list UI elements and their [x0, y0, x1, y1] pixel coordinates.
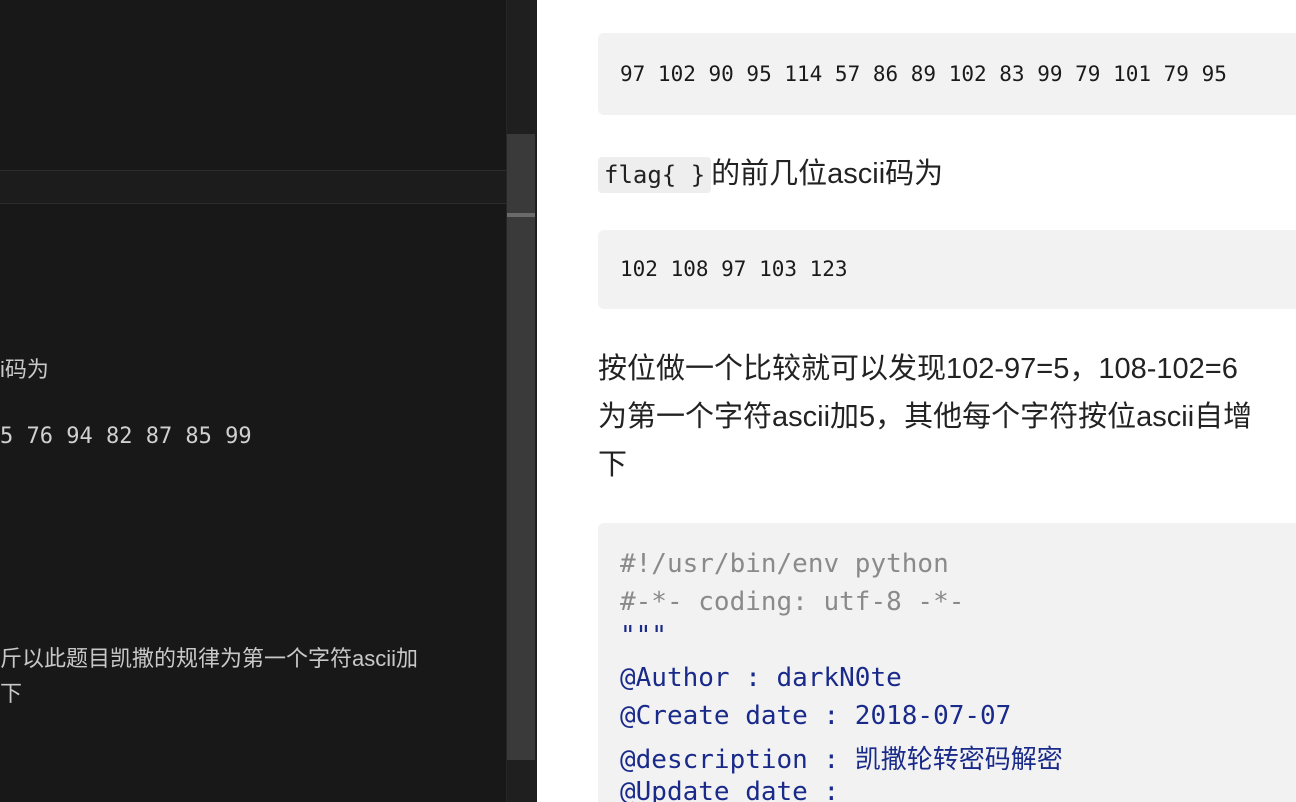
editor-line-numbers: 5 76 94 82 87 85 99 — [0, 424, 252, 449]
py-shebang: #!/usr/bin/env python — [620, 549, 949, 579]
py-description: @description : 凯撒轮转密码解密 — [620, 745, 1063, 775]
analysis-line-2: 为第一个字符ascii加5，其他每个字符按位ascii自增 — [598, 401, 1253, 433]
editor-line-paragraph: 斤以此题目凯撒的规律为第一个字符ascii加 — [0, 646, 419, 671]
code-block-flag-ascii: 102 108 97 103 123 — [598, 230, 1296, 309]
py-author: @Author : darkN0te — [620, 663, 902, 693]
py-create-date: @Create date : 2018-07-07 — [620, 701, 1012, 731]
markdown-editor-pane[interactable]: i码为 5 76 94 82 87 85 99 斤以此题目凯撒的规律为第一个字符… — [0, 0, 530, 802]
py-coding: #-*- coding: utf-8 -*- — [620, 587, 965, 617]
paragraph-analysis: 按位做一个比较就可以发现102-97=5，108-102=6 为第一个字符asc… — [598, 345, 1252, 489]
code-block-python: #!/usr/bin/env python #-*- coding: utf-8… — [598, 523, 1296, 802]
analysis-line-3: 下 — [598, 449, 628, 481]
paragraph-flag-prefix: flag{ } 的前几位ascii码为 — [598, 150, 944, 193]
code-block-ciphertext: 97 102 90 95 114 57 86 89 102 83 99 79 1… — [598, 33, 1296, 115]
editor-line-ascii: i码为 — [0, 357, 49, 382]
analysis-line-1: 按位做一个比较就可以发现102-97=5，108-102=6 — [598, 353, 1238, 385]
paragraph-text: 的前几位ascii码为 — [711, 158, 944, 190]
ciphertext-numbers: 97 102 90 95 114 57 86 89 102 83 99 79 1… — [620, 62, 1227, 86]
flag-ascii-numbers: 102 108 97 103 123 — [620, 257, 848, 281]
py-docstring-start: """ — [620, 621, 667, 651]
editor-scrollbar[interactable] — [506, 0, 537, 802]
inline-code-flag: flag{ } — [598, 157, 712, 193]
scroll-position-marker — [507, 213, 535, 217]
markdown-preview-pane: 97 102 90 95 114 57 86 89 102 83 99 79 1… — [537, 0, 1296, 802]
scrollbar-thumb[interactable] — [507, 134, 535, 760]
current-line-highlight — [0, 170, 530, 204]
editor-line-paragraph-cont: 下 — [0, 681, 23, 706]
py-update-date: @Update date : — [620, 777, 840, 802]
